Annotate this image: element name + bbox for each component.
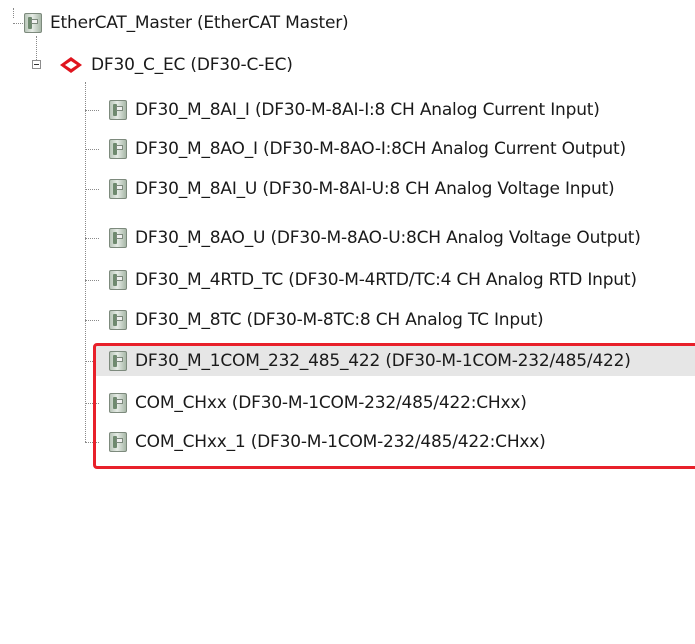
tree-connector bbox=[85, 238, 99, 239]
tree-node-module[interactable]: DF30_M_8AI_I (DF30-M-8AI-I:8 CH Analog C… bbox=[109, 95, 600, 125]
collapse-toggle-icon[interactable] bbox=[32, 60, 41, 69]
module-icon bbox=[109, 100, 127, 120]
tree-connector bbox=[36, 36, 37, 60]
tree-node-module[interactable]: DF30_M_4RTD_TC (DF30-M-4RTD/TC:4 CH Anal… bbox=[109, 265, 637, 295]
tree-node-module[interactable]: DF30_M_8AO_U (DF30-M-8AO-U:8CH Analog Vo… bbox=[109, 223, 641, 253]
tree-connector bbox=[85, 110, 99, 111]
tree-connector bbox=[85, 320, 99, 321]
module-icon bbox=[109, 310, 127, 330]
tree-node-label: DF30_M_8AI_U (DF30-M-8AI-U:8 CH Analog V… bbox=[135, 179, 615, 199]
tree-node-label: DF30_M_8AO_U (DF30-M-8AO-U:8CH Analog Vo… bbox=[135, 228, 641, 248]
tree-node-label: DF30_M_4RTD_TC (DF30-M-4RTD/TC:4 CH Anal… bbox=[135, 270, 637, 290]
module-icon bbox=[24, 13, 42, 33]
tree-connector bbox=[85, 82, 86, 442]
tree-node-module[interactable]: DF30_M_8TC (DF30-M-8TC:8 CH Analog TC In… bbox=[109, 305, 544, 335]
tree-node-label: DF30_M_8AO_I (DF30-M-8AO-I:8CH Analog Cu… bbox=[135, 139, 626, 159]
tree-node-label: DF30_C_EC (DF30-C-EC) bbox=[91, 55, 293, 75]
tree-node-ethercat-master[interactable]: EtherCAT_Master (EtherCAT Master) bbox=[24, 8, 349, 38]
tree-node-label: EtherCAT_Master (EtherCAT Master) bbox=[50, 13, 349, 33]
tree-connector bbox=[85, 149, 99, 150]
tree-connector bbox=[85, 189, 99, 190]
coupler-icon bbox=[60, 57, 82, 73]
tree-node-module[interactable]: DF30_M_8AI_U (DF30-M-8AI-U:8 CH Analog V… bbox=[109, 174, 615, 204]
tree-connector bbox=[85, 280, 99, 281]
tree-node-label: DF30_M_8AI_I (DF30-M-8AI-I:8 CH Analog C… bbox=[135, 100, 600, 120]
module-icon bbox=[109, 179, 127, 199]
tree-connector bbox=[13, 23, 23, 24]
tree-connector bbox=[13, 8, 14, 18]
tree-node-label: DF30_M_8TC (DF30-M-8TC:8 CH Analog TC In… bbox=[135, 310, 544, 330]
tree-node-coupler[interactable]: DF30_C_EC (DF30-C-EC) bbox=[59, 50, 293, 80]
highlight-annotation-box bbox=[93, 343, 695, 469]
module-icon bbox=[109, 270, 127, 290]
module-icon bbox=[109, 228, 127, 248]
tree-node-module[interactable]: DF30_M_8AO_I (DF30-M-8AO-I:8CH Analog Cu… bbox=[109, 134, 626, 164]
module-icon bbox=[109, 139, 127, 159]
